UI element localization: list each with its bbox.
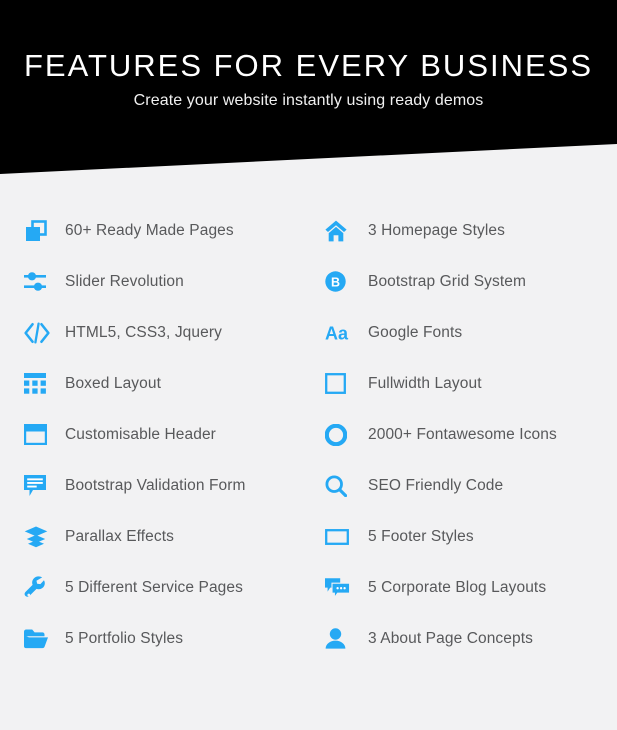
feature-item[interactable]: 3 About Page Concepts	[325, 613, 615, 664]
home-icon	[325, 218, 355, 244]
feature-label: 5 Corporate Blog Layouts	[368, 578, 547, 596]
search-icon	[325, 473, 355, 499]
feature-item[interactable]: 5 Corporate Blog Layouts	[325, 562, 615, 613]
feature-label: Google Fonts	[368, 323, 463, 341]
feature-item[interactable]: 60+ Ready Made Pages	[24, 205, 314, 256]
features-left-column: 60+ Ready Made Pages Slider Revolution H…	[24, 205, 314, 664]
page-subtitle: Create your website instantly using read…	[133, 92, 484, 109]
feature-item[interactable]: 5 Portfolio Styles	[24, 613, 314, 664]
feature-label: Bootstrap Grid System	[368, 272, 527, 290]
square-outline-icon	[325, 371, 355, 397]
code-icon	[24, 320, 54, 346]
window-icon	[24, 422, 54, 448]
feature-label: Parallax Effects	[65, 527, 175, 545]
comment-lines-icon	[24, 473, 54, 499]
feature-item[interactable]: Parallax Effects	[24, 511, 314, 562]
page-title: FEATURES FOR EVERY BUSINESS	[23, 48, 594, 83]
feature-item[interactable]: B Bootstrap Grid System	[325, 256, 615, 307]
feature-item[interactable]: Boxed Layout	[24, 358, 314, 409]
feature-label: 2000+ Fontawesome Icons	[368, 425, 557, 443]
feature-item[interactable]: 5 Footer Styles	[325, 511, 615, 562]
wrench-icon	[24, 575, 54, 601]
folder-open-icon	[24, 626, 54, 652]
feature-label: 60+ Ready Made Pages	[65, 221, 234, 239]
feature-item[interactable]: 2000+ Fontawesome Icons	[325, 409, 615, 460]
feature-label: 5 Portfolio Styles	[65, 629, 184, 647]
feature-item[interactable]: SEO Friendly Code	[325, 460, 615, 511]
features-grid: 60+ Ready Made Pages Slider Revolution H…	[0, 205, 617, 675]
feature-label: 5 Different Service Pages	[65, 578, 243, 596]
bootstrap-b-icon: B	[325, 269, 355, 295]
feature-item[interactable]: Fullwidth Layout	[325, 358, 615, 409]
features-right-column: 3 Homepage Styles B Bootstrap Grid Syste…	[325, 205, 615, 664]
feature-label: 3 About Page Concepts	[368, 629, 533, 647]
layers-icon	[24, 524, 54, 550]
feature-label: Slider Revolution	[65, 272, 184, 290]
feature-item[interactable]: Customisable Header	[24, 409, 314, 460]
feature-item[interactable]: 3 Homepage Styles	[325, 205, 615, 256]
sliders-icon	[24, 269, 54, 295]
svg-text:B: B	[331, 275, 340, 289]
comments-icon	[325, 575, 355, 601]
feature-label: Customisable Header	[65, 425, 216, 443]
feature-label: Boxed Layout	[65, 374, 161, 392]
feature-label: Bootstrap Validation Form	[65, 476, 246, 494]
feature-label: 5 Footer Styles	[368, 527, 474, 545]
feature-item[interactable]: Slider Revolution	[24, 256, 314, 307]
feature-item[interactable]: Aa Google Fonts	[325, 307, 615, 358]
rectangle-icon	[325, 524, 355, 550]
circle-ring-icon	[325, 422, 355, 448]
clone-icon	[24, 218, 54, 244]
svg-text:Aa: Aa	[325, 323, 349, 343]
feature-label: SEO Friendly Code	[368, 476, 504, 494]
page-header-banner: FEATURES FOR EVERY BUSINESS Create your …	[0, 0, 617, 174]
font-aa-icon: Aa	[325, 320, 355, 346]
feature-label: HTML5, CSS3, Jquery	[65, 323, 222, 341]
feature-item[interactable]: HTML5, CSS3, Jquery	[24, 307, 314, 358]
feature-label: 3 Homepage Styles	[368, 221, 505, 239]
user-icon	[325, 626, 355, 652]
feature-label: Fullwidth Layout	[368, 374, 482, 392]
grid-table-icon	[24, 371, 54, 397]
feature-item[interactable]: 5 Different Service Pages	[24, 562, 314, 613]
feature-item[interactable]: Bootstrap Validation Form	[24, 460, 314, 511]
